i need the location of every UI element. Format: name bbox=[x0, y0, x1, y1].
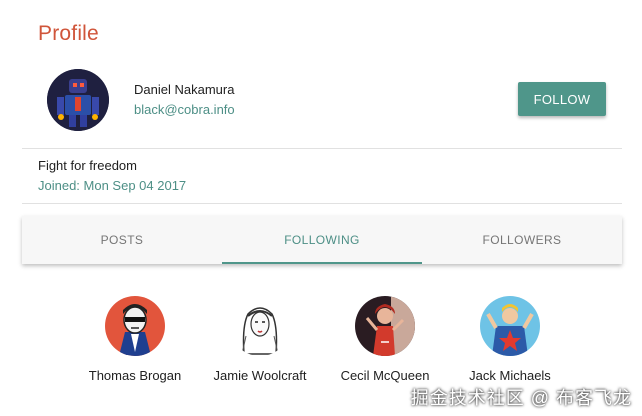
joined-date: Joined: Mon Sep 04 2017 bbox=[38, 178, 187, 193]
profile-header: Daniel Nakamura black@cobra.info FOLLOW bbox=[0, 68, 642, 132]
list-item[interactable]: Jack Michaels bbox=[445, 296, 575, 383]
user-email[interactable]: black@cobra.info bbox=[134, 102, 235, 117]
person-avatar[interactable] bbox=[355, 296, 415, 356]
person-avatar[interactable] bbox=[230, 296, 290, 356]
robot-avatar-icon bbox=[47, 69, 109, 131]
list-item[interactable]: Cecil McQueen bbox=[320, 296, 450, 383]
watermark: 掘金技术社区 @ 布客飞龙 bbox=[410, 388, 632, 408]
person-name: Thomas Brogan bbox=[88, 368, 182, 383]
page-title: Profile bbox=[38, 22, 99, 45]
user-name: Daniel Nakamura bbox=[134, 82, 235, 97]
user-avatar[interactable] bbox=[47, 69, 109, 131]
tab-following[interactable]: FOLLOWING bbox=[222, 216, 422, 264]
profile-tabs: POSTS FOLLOWING FOLLOWERS bbox=[22, 216, 622, 264]
list-item[interactable]: Thomas Brogan bbox=[70, 296, 200, 383]
following-list: Thomas Brogan Jamie Woolcraft Cecil McQu… bbox=[0, 296, 642, 396]
red-heroine-avatar-icon bbox=[355, 296, 415, 356]
star-hero-avatar-icon bbox=[480, 296, 540, 356]
person-name: Jack Michaels bbox=[469, 368, 551, 383]
tab-label: POSTS bbox=[100, 233, 144, 247]
person-name: Cecil McQueen bbox=[340, 368, 430, 383]
person-avatar[interactable] bbox=[105, 296, 165, 356]
active-tab-indicator bbox=[222, 262, 422, 264]
tab-label: FOLLOWING bbox=[284, 233, 360, 247]
tab-followers[interactable]: FOLLOWERS bbox=[422, 216, 622, 264]
tab-label: FOLLOWERS bbox=[482, 233, 562, 247]
person-avatar[interactable] bbox=[480, 296, 540, 356]
tab-posts[interactable]: POSTS bbox=[22, 216, 222, 264]
follow-button[interactable]: FOLLOW bbox=[518, 82, 606, 116]
list-item[interactable]: Jamie Woolcraft bbox=[195, 296, 325, 383]
sunglasses-man-avatar-icon bbox=[105, 296, 165, 356]
divider bbox=[22, 148, 622, 149]
user-bio: Fight for freedom bbox=[38, 158, 137, 173]
sketch-woman-avatar-icon bbox=[230, 296, 290, 356]
person-name: Jamie Woolcraft bbox=[213, 368, 307, 383]
divider bbox=[22, 203, 622, 204]
